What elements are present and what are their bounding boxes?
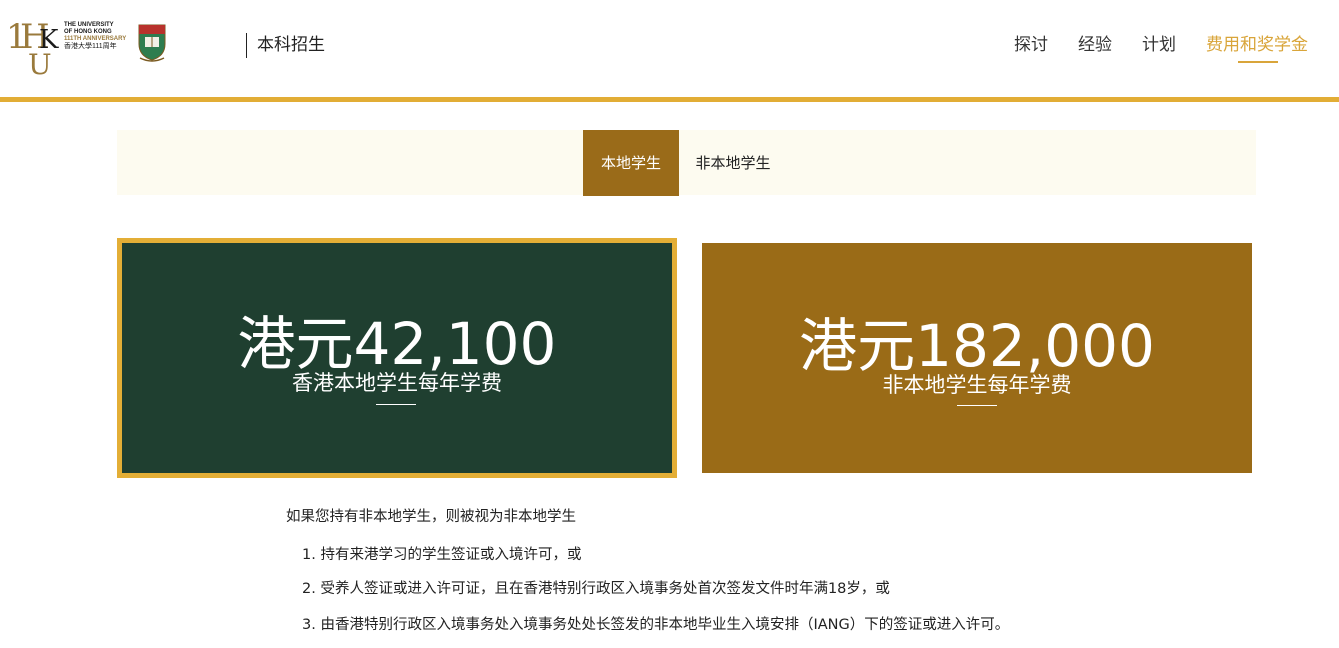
- logo-line: THE UNIVERSITY: [64, 22, 114, 28]
- list-item: 3. 由香港特别行政区入境事务处入境事务处处长签发的非本地毕业生入境安排（IAN…: [302, 617, 1010, 633]
- fee-card-local: 港元42,100 香港本地学生每年学费: [117, 238, 677, 478]
- nav-item-fees-scholarships[interactable]: 费用和奖学金: [1206, 33, 1308, 57]
- caption-underline: [376, 404, 416, 405]
- non-local-definition: 如果您持有非本地学生，则被视为非本地学生: [286, 509, 576, 525]
- fee-caption: 非本地学生每年学费: [882, 373, 1072, 397]
- caption-underline: [957, 405, 997, 406]
- fee-caption: 香港本地学生每年学费: [292, 371, 502, 395]
- tab-local-students[interactable]: 本地学生: [583, 130, 679, 196]
- list-item: 2. 受养人签证或进入许可证，且在香港特别行政区入境事务处首次签发文件时年满18…: [302, 581, 890, 597]
- tab-non-local-students[interactable]: 非本地学生: [683, 130, 783, 196]
- nav-item-experience[interactable]: 经验: [1078, 33, 1112, 57]
- nav-item-programmes[interactable]: 计划: [1142, 33, 1176, 57]
- site-header: 1 H K U THE UNIVERSITY OF HONG KONG 111T…: [0, 0, 1339, 97]
- list-item: 1. 持有来港学习的学生签证或入境许可，或: [302, 547, 582, 563]
- main-nav: 探讨 经验 计划 费用和奖学金: [0, 33, 1339, 73]
- student-type-tabs: 本地学生 非本地学生: [117, 130, 1256, 196]
- nav-active-underline: [1238, 61, 1278, 63]
- header-gold-rule: [0, 97, 1339, 102]
- nav-item-explore[interactable]: 探讨: [1014, 33, 1048, 57]
- fee-card-non-local: 港元182,000 非本地学生每年学费: [702, 243, 1252, 473]
